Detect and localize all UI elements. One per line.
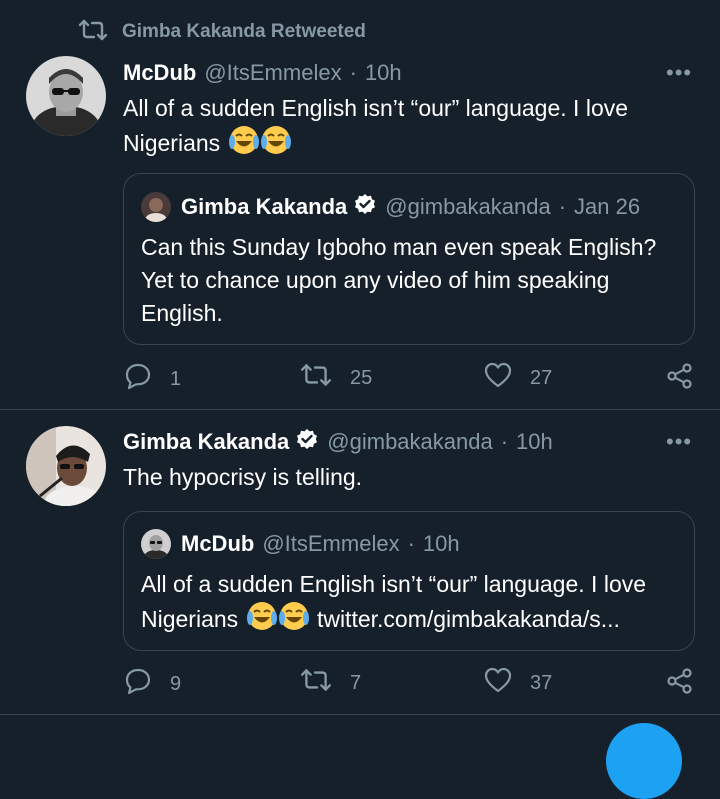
quoted-tweet-header: McDub @ItsEmmelex · 10h bbox=[141, 528, 460, 560]
retweet-icon bbox=[300, 362, 332, 394]
retweet-icon bbox=[78, 19, 108, 46]
like-count: 37 bbox=[530, 671, 553, 694]
tweet-header: Gimba Kakanda @gimbakakanda · 10h bbox=[123, 427, 553, 457]
author-handle[interactable]: @ItsEmmelex bbox=[204, 60, 341, 86]
quoted-author-avatar bbox=[141, 529, 171, 559]
timestamp[interactable]: 10h bbox=[516, 429, 553, 455]
share-button[interactable] bbox=[666, 362, 694, 396]
like-count: 27 bbox=[530, 366, 553, 389]
laughing-emoji-icon bbox=[227, 125, 293, 164]
reply-count: 9 bbox=[170, 672, 182, 695]
avatar[interactable] bbox=[26, 426, 106, 506]
share-icon bbox=[666, 362, 694, 396]
quoted-author-name: McDub bbox=[181, 531, 255, 556]
quoted-timestamp: 10h bbox=[422, 531, 460, 556]
more-options-icon[interactable]: ••• bbox=[666, 429, 692, 455]
verified-badge-icon bbox=[295, 427, 319, 457]
heart-icon bbox=[484, 362, 512, 394]
retweeted-by-label: Gimba Kakanda Retweeted bbox=[122, 21, 366, 42]
quoted-author-avatar bbox=[141, 192, 171, 222]
retweet-count: 7 bbox=[350, 671, 362, 694]
more-options-icon[interactable]: ••• bbox=[666, 60, 692, 86]
quoted-tweet-header: Gimba Kakanda @gimbakakanda · Jan 26 bbox=[141, 191, 640, 223]
quoted-author-name: Gimba Kakanda bbox=[181, 194, 348, 219]
quoted-author-handle: @ItsEmmelex bbox=[262, 531, 400, 556]
retweet-count: 25 bbox=[350, 366, 373, 389]
retweet-icon bbox=[300, 667, 332, 699]
compose-tweet-button[interactable] bbox=[606, 723, 682, 799]
quoted-tweet[interactable]: Gimba Kakanda @gimbakakanda · Jan 26 Can… bbox=[123, 173, 695, 345]
tweet-text: All of a sudden English isn’t “our” lang… bbox=[123, 92, 703, 164]
author-handle[interactable]: @gimbakakanda bbox=[327, 429, 492, 455]
verified-badge-icon bbox=[353, 192, 377, 222]
like-button[interactable]: 27 bbox=[484, 362, 552, 394]
author-name[interactable]: McDub bbox=[123, 60, 196, 86]
retweet-button[interactable]: 25 bbox=[300, 362, 372, 394]
retweet-header[interactable]: Gimba Kakanda Retweeted bbox=[78, 18, 366, 46]
tweet-text-line: All of a sudden English isn’t “our” lang… bbox=[123, 95, 629, 121]
quoted-tweet-text: Can this Sunday Igboho man even speak En… bbox=[141, 231, 686, 330]
quoted-tweet[interactable]: McDub @ItsEmmelex · 10h All of a sudden … bbox=[123, 511, 695, 651]
quoted-text-line: English. bbox=[141, 300, 223, 326]
tweet-text: The hypocrisy is telling. bbox=[123, 464, 363, 490]
avatar[interactable] bbox=[26, 56, 106, 136]
share-button[interactable] bbox=[666, 667, 694, 701]
reply-icon bbox=[124, 362, 152, 396]
separator-dot: · bbox=[407, 531, 415, 556]
quoted-timestamp: Jan 26 bbox=[574, 194, 641, 219]
separator-dot: · bbox=[558, 194, 567, 219]
quoted-tweet-text: All of a sudden English isn’t “our” lang… bbox=[141, 568, 686, 640]
reply-button[interactable]: 1 bbox=[124, 362, 181, 396]
tweet-text-fragment: Nigerians bbox=[123, 130, 221, 156]
timestamp[interactable]: 10h bbox=[365, 60, 402, 86]
quoted-text-fragment: Nigerians bbox=[141, 606, 239, 632]
quoted-text-line-with-emoji: Nigerians twitter.com/gimbakakanda/s... bbox=[141, 601, 686, 640]
like-button[interactable]: 37 bbox=[484, 667, 552, 699]
heart-icon bbox=[484, 667, 512, 699]
reply-icon bbox=[124, 667, 152, 701]
separator-dot: · bbox=[500, 429, 509, 454]
divider bbox=[0, 409, 720, 410]
quoted-link[interactable]: twitter.com/gimbakakanda/s... bbox=[317, 606, 620, 632]
tweet-header: McDub @ItsEmmelex · 10h bbox=[123, 58, 402, 88]
divider bbox=[0, 714, 720, 715]
tweet-text-line-with-emoji: Nigerians bbox=[123, 125, 703, 164]
laughing-emoji-icon bbox=[245, 601, 311, 640]
quoted-text-line: All of a sudden English isn’t “our” lang… bbox=[141, 571, 647, 597]
tweet-actions: 9 7 37 bbox=[0, 665, 720, 699]
retweet-button[interactable]: 7 bbox=[300, 667, 361, 699]
quoted-text-line: Yet to chance upon any video of him spea… bbox=[141, 267, 610, 293]
tweet-actions: 1 25 27 bbox=[0, 360, 720, 394]
reply-count: 1 bbox=[170, 367, 182, 390]
separator-dot: · bbox=[349, 60, 357, 85]
reply-button[interactable]: 9 bbox=[124, 667, 181, 701]
share-icon bbox=[666, 667, 694, 701]
quoted-text-line: Can this Sunday Igboho man even speak En… bbox=[141, 234, 657, 260]
author-name[interactable]: Gimba Kakanda bbox=[123, 429, 289, 455]
quoted-author-handle: @gimbakakanda bbox=[385, 194, 551, 219]
